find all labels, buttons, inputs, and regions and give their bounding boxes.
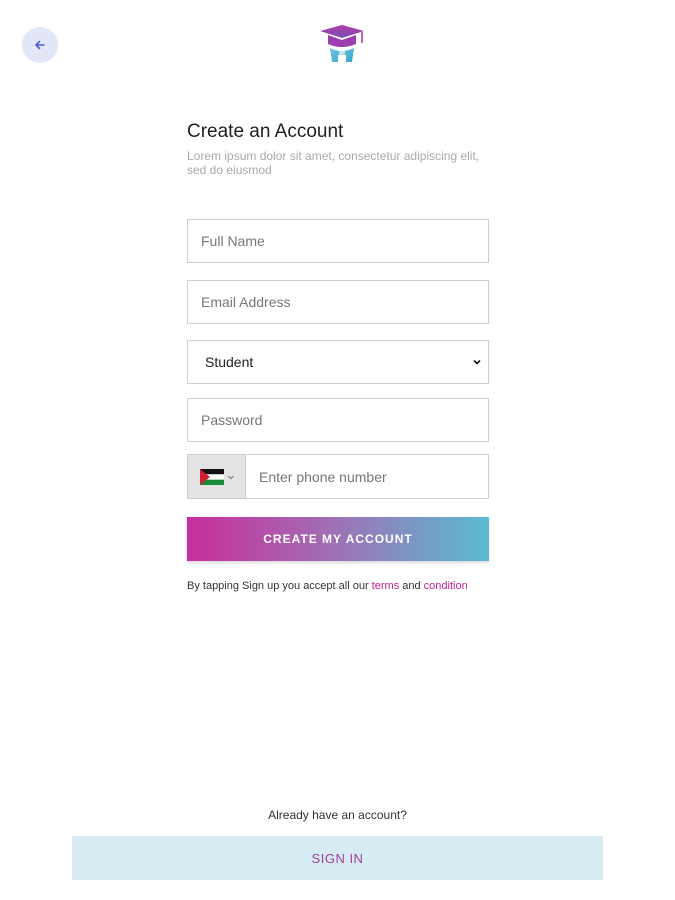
- create-account-button[interactable]: CREATE MY ACCOUNT: [187, 517, 489, 561]
- terms-prefix: By tapping Sign up you accept all our: [187, 580, 372, 592]
- password-input[interactable]: [187, 398, 489, 442]
- role-select[interactable]: Student: [187, 340, 489, 384]
- sign-in-button[interactable]: SIGN IN: [72, 836, 603, 880]
- already-account-text: Already have an account?: [268, 808, 407, 822]
- country-code-selector[interactable]: [188, 455, 246, 498]
- palestine-flag-icon: [200, 468, 224, 485]
- graduation-cap-logo: [320, 25, 364, 62]
- chevron-down-icon: [228, 475, 234, 479]
- signup-header: Create an Account Lorem ipsum dolor sit …: [187, 120, 489, 177]
- full-name-input[interactable]: [187, 219, 489, 263]
- back-button[interactable]: [22, 27, 58, 63]
- terms-text: By tapping Sign up you accept all our te…: [187, 578, 487, 594]
- terms-and: and: [399, 580, 424, 592]
- email-input[interactable]: [187, 280, 489, 324]
- page-title: Create an Account: [187, 121, 344, 142]
- arrow-left-icon: [35, 40, 45, 50]
- role-select-value: Student: [205, 354, 254, 370]
- condition-link[interactable]: condition: [424, 580, 468, 592]
- phone-input[interactable]: [246, 455, 488, 498]
- chevron-down-icon: [473, 359, 481, 365]
- page-subtitle: Lorem ipsum dolor sit amet, consectetur …: [187, 149, 480, 177]
- phone-field: [187, 454, 489, 499]
- terms-link[interactable]: terms: [372, 580, 400, 592]
